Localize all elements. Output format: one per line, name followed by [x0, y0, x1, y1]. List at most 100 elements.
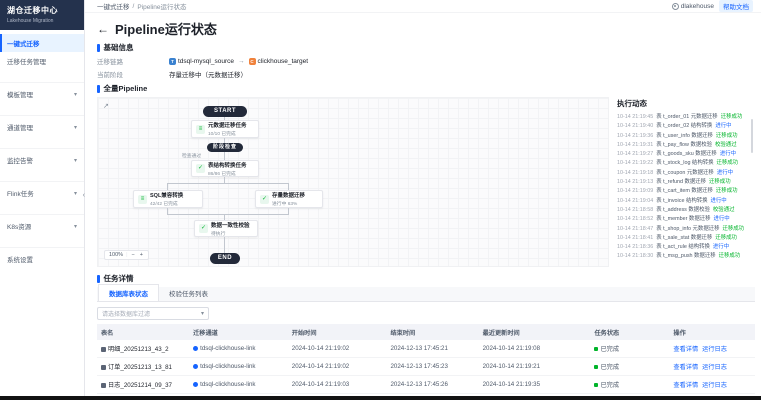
target-db-icon: C	[249, 58, 256, 65]
log-entry: 10-14 21:18:36表 t_act_rule 结构转换进行中	[617, 243, 748, 252]
sidebar-item-label: K8s资源	[7, 221, 31, 231]
log-time: 10-14 21:19:27	[617, 150, 653, 159]
expand-icon[interactable]: ↗	[103, 102, 109, 110]
log-entry: 10-14 21:19:31表 t_pay_flow 数据校验校验通过	[617, 141, 748, 150]
chevron-down-icon: ▾	[74, 124, 77, 131]
log-status: 迁移成功	[721, 113, 743, 122]
cell-end-time: 2024-12-13 17:45:21	[386, 340, 478, 358]
section-title: 任务详情	[104, 273, 134, 284]
pipeline-wrap: ↗ START ≡ 元数据迁移任务 10/10 已完成 阶段检查 检查通过	[97, 97, 755, 267]
scrollbar[interactable]	[751, 119, 754, 153]
filter-row: 请选择数据库过滤 ▾	[97, 307, 755, 320]
log-time: 10-14 21:19:40	[617, 122, 653, 131]
run-log-link[interactable]: 运行日志	[702, 346, 727, 353]
dag-canvas[interactable]: ↗ START ≡ 元数据迁移任务 10/10 已完成 阶段检查 检查通过	[97, 97, 609, 267]
log-message: 表 t_refund 数据迁移	[656, 178, 706, 187]
source-db-name: tdsql-mysql_source	[178, 58, 234, 65]
log-status: 迁移成功	[719, 252, 741, 261]
table-icon	[101, 365, 106, 370]
view-detail-link[interactable]: 查看详情	[673, 382, 698, 389]
col-header-updated: 最近更新时间	[479, 324, 591, 340]
sidebar-item-k8s[interactable]: K8s资源 ▾	[0, 214, 84, 235]
sidebar-item-templates[interactable]: 模板管理 ▾	[0, 82, 84, 103]
cell-updated-time: 2024-10-14 21:19:08	[479, 340, 591, 358]
log-time: 10-14 21:19:13	[617, 178, 653, 187]
sidebar-item-label: 迁移任务管理	[7, 56, 46, 66]
task-icon: ≡	[138, 195, 147, 204]
log-entry: 10-14 21:19:13表 t_refund 数据迁移迁移成功	[617, 178, 748, 187]
field-value: T tdsql-mysql_source → C clickhouse_targ…	[169, 58, 308, 65]
cell-end-time: 2024-12-13 17:45:23	[386, 358, 478, 376]
sidebar-item-settings[interactable]: 系统设置	[0, 247, 84, 268]
tasks-table: 表名 迁移通道 开始时间 结束时间 最近更新时间 任务状态 操作 明细_2025…	[97, 324, 755, 400]
col-header-actions: 操作	[669, 324, 755, 340]
zoom-control: 100% | − +	[104, 250, 149, 260]
log-message: 表 t_stock_log 结构转换	[656, 159, 713, 168]
log-time: 10-14 21:18:47	[617, 225, 653, 234]
log-time: 10-14 21:18:52	[617, 215, 653, 224]
field-label: 当前阶段	[97, 69, 169, 79]
field-migration-link: 迁移链路 T tdsql-mysql_source → C clickhouse…	[97, 56, 755, 66]
cell-updated-time: 2024-10-14 21:19:21	[479, 358, 591, 376]
app-title: 湖仓迁移中心	[7, 5, 77, 16]
table-icon	[101, 383, 106, 388]
sidebar-item-label: 通道管理	[7, 122, 33, 132]
dag-node-full-data[interactable]: ✓ 存量数据迁移 进行中 63%	[255, 190, 323, 208]
field-label: 迁移链路	[97, 56, 169, 66]
dag-node-end[interactable]: END	[210, 253, 240, 264]
page-header: ← Pipeline运行状态	[97, 19, 755, 38]
task-icon: ✓	[260, 195, 269, 204]
user-menu[interactable]: dlakehouse	[672, 3, 714, 10]
sidebar-item-one-click-migration[interactable]: 一键式迁移	[0, 34, 84, 52]
source-db-icon: T	[169, 58, 176, 65]
log-status: 进行中	[713, 243, 729, 252]
database-filter-select[interactable]: 请选择数据库过滤 ▾	[97, 307, 209, 320]
log-status: 进行中	[720, 150, 736, 159]
arrow-right-icon: →	[238, 58, 245, 65]
dag-node-schema-convert[interactable]: ✓ 表结构转换任务 86/86 已完成	[191, 160, 259, 177]
sidebar-item-monitoring[interactable]: 监控告警 ▾	[0, 148, 84, 169]
log-entry: 10-14 21:19:18表 t_coupon 元数据迁移进行中	[617, 169, 748, 178]
zoom-in-button[interactable]: +	[139, 252, 144, 258]
back-icon[interactable]: ←	[97, 22, 109, 36]
brand-block: 湖仓迁移中心 Lakehouse Migration	[0, 0, 84, 30]
chevron-down-icon: ▾	[74, 190, 77, 197]
tab-table-status[interactable]: 数据库表状态	[98, 284, 159, 301]
sidebar-nav: 一键式迁移 迁移任务管理 模板管理 ▾ 通道管理 ▾ 监控告警 ▾ Flink任…	[0, 34, 84, 268]
dag-node-verify[interactable]: ✓ 数据一致性校验 待执行	[194, 220, 258, 237]
cell-status: 已完成	[590, 376, 669, 394]
log-status: 迁移成功	[716, 187, 738, 196]
log-entry: 10-14 21:19:40表 t_order_02 结构转换进行中	[617, 122, 748, 131]
username: dlakehouse	[681, 3, 714, 10]
dag-node-sql-convert[interactable]: ≡ SQL兼容转换 42/42 已完成	[133, 190, 203, 208]
breadcrumb-root[interactable]: 一键式迁移	[97, 1, 130, 11]
log-time: 10-14 21:18:36	[617, 243, 653, 252]
sidebar-item-label: 系统设置	[7, 254, 33, 264]
log-entry: 10-14 21:19:04表 t_invoice 结构转换进行中	[617, 197, 748, 206]
col-header-name: 表名	[97, 324, 189, 340]
view-detail-link[interactable]: 查看详情	[673, 364, 698, 371]
log-message: 表 t_coupon 元数据迁移	[656, 169, 714, 178]
table-row: 明细_20251213_43_2 tdsql-clickhouse-link 2…	[97, 340, 755, 358]
run-log-link[interactable]: 运行日志	[702, 382, 727, 389]
breadcrumb: 一键式迁移 / Pipeline运行状态	[97, 1, 186, 11]
main-area: 一键式迁移 / Pipeline运行状态 dlakehouse 帮助文档 ← P…	[85, 0, 761, 400]
run-log-link[interactable]: 运行日志	[702, 364, 727, 371]
help-docs-button[interactable]: 帮助文档	[719, 0, 753, 12]
section-pipeline: 全量Pipeline	[97, 83, 755, 94]
col-header-status: 任务状态	[590, 324, 669, 340]
sidebar-item-migration-tasks[interactable]: 迁移任务管理	[0, 52, 84, 70]
dag-node-start[interactable]: START	[203, 106, 247, 117]
tab-verify-tasks[interactable]: 校验任务列表	[159, 285, 218, 301]
node-subtitle: 86/86 已完成	[208, 170, 247, 177]
dag-node-stage-check[interactable]: 阶段检查	[207, 143, 243, 152]
log-status: 迁移成功	[715, 234, 737, 243]
sidebar-item-flink[interactable]: Flink任务 ▾	[0, 181, 84, 202]
view-detail-link[interactable]: 查看详情	[673, 346, 698, 353]
table-row: 日志_20251214_09_37 tdsql-clickhouse-link …	[97, 376, 755, 394]
sidebar-item-channels[interactable]: 通道管理 ▾	[0, 115, 84, 136]
dag-node-metadata[interactable]: ≡ 元数据迁移任务 10/10 已完成	[191, 120, 259, 138]
log-status: 进行中	[717, 169, 733, 178]
zoom-out-button[interactable]: −	[131, 252, 136, 258]
app-window: 湖仓迁移中心 Lakehouse Migration 一键式迁移 迁移任务管理 …	[0, 0, 761, 400]
